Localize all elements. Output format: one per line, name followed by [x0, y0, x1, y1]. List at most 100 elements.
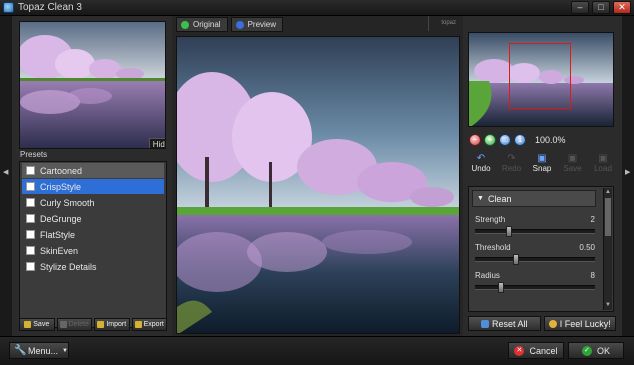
preset-list: Cartooned CrispStyle Curly Smooth DeGrun…	[19, 161, 167, 328]
maximize-button[interactable]: □	[592, 1, 610, 14]
undo-icon: ↶	[476, 153, 486, 164]
tab-preview[interactable]: Preview	[230, 17, 284, 32]
reset-all-button[interactable]: Reset All	[468, 316, 541, 331]
menu-button[interactable]: 🔧 Menu... ▼	[9, 342, 69, 359]
window-title: Topaz Clean 3	[18, 2, 82, 13]
zoom-actual-icon[interactable]: 1	[514, 134, 526, 146]
scroll-thumb[interactable]	[605, 198, 611, 236]
preview-dot-icon	[235, 20, 244, 29]
preset-document-icon	[26, 166, 35, 175]
scroll-down-icon[interactable]: ▼	[604, 301, 612, 310]
threshold-track[interactable]	[475, 254, 595, 265]
feel-lucky-button[interactable]: I Feel Lucky!	[543, 316, 616, 331]
preset-document-icon	[26, 214, 35, 223]
navigator-thumbnail[interactable]	[468, 32, 614, 127]
clean-section-header[interactable]: ▼ Clean	[472, 190, 596, 207]
presets-label: Presets	[20, 150, 48, 159]
save-icon: ▣	[567, 153, 578, 164]
delete-preset-button[interactable]: Delete	[56, 318, 92, 331]
preset-item-cartooned[interactable]: Cartooned	[22, 163, 164, 178]
preset-document-icon	[26, 230, 35, 239]
strength-slider: Strength 2	[475, 215, 595, 237]
right-panel: − + □ 1 100.0% ↶ Undo ↷ Redo ▣ Snap ▣ Sa…	[463, 16, 622, 336]
hide-thumbnail-button[interactable]: Hide	[149, 138, 165, 148]
preset-document-icon	[26, 182, 35, 191]
zoom-region-indicator[interactable]	[509, 43, 571, 109]
save-snapshot-button[interactable]: ▣ Save	[559, 153, 587, 179]
tab-original[interactable]: Original	[176, 17, 228, 32]
left-collapse-strip[interactable]: ◀	[0, 16, 12, 336]
delete-icon	[59, 321, 67, 328]
collapse-right-arrow-icon[interactable]: ▶	[625, 168, 630, 176]
preset-item-label: DeGrunge	[40, 213, 82, 224]
preview-image[interactable]	[176, 36, 460, 334]
scroll-up-icon[interactable]: ▲	[604, 188, 612, 197]
load-snapshot-button[interactable]: ▣ Load	[589, 153, 617, 179]
preset-item-stylize-details[interactable]: Stylize Details	[22, 259, 164, 274]
strength-track[interactable]	[475, 226, 595, 237]
strength-label: Strength	[475, 215, 506, 224]
right-collapse-strip[interactable]: ▶	[622, 16, 634, 336]
preset-item-skineven[interactable]: SkinEven	[22, 243, 164, 258]
preset-item-curly-smooth[interactable]: Curly Smooth	[22, 195, 164, 210]
radius-label: Radius	[475, 271, 500, 280]
threshold-value[interactable]: 0.50	[579, 243, 595, 252]
ok-check-icon: ✓	[581, 345, 592, 356]
strength-handle[interactable]	[506, 226, 512, 237]
strength-value[interactable]: 2	[591, 215, 595, 224]
preset-item-flatstyle[interactable]: FlatStyle	[22, 227, 164, 242]
lucky-icon	[548, 319, 557, 328]
zoom-out-icon[interactable]: −	[469, 134, 481, 146]
wrench-icon: 🔧	[14, 344, 27, 356]
view-tabs: Original Preview	[176, 17, 284, 32]
cancel-x-icon: ✕	[514, 345, 525, 356]
preset-item-crispstyle[interactable]: CrispStyle	[22, 179, 164, 194]
cancel-button[interactable]: ✕ Cancel	[508, 342, 564, 359]
load-icon: ▣	[598, 153, 608, 164]
title-bar: Topaz Clean 3 – □ ✕	[0, 0, 634, 16]
radius-slider: Radius 8	[475, 271, 595, 293]
threshold-handle[interactable]	[513, 254, 519, 265]
radius-value[interactable]: 8	[591, 271, 595, 280]
preset-item-label: SkinEven	[40, 245, 79, 256]
close-button[interactable]: ✕	[613, 1, 631, 14]
collapse-left-arrow-icon[interactable]: ◀	[3, 168, 8, 176]
zoom-fit-icon[interactable]: □	[499, 134, 511, 146]
threshold-slider: Threshold 0.50	[475, 243, 595, 265]
preset-toolbar: Save Delete Import Export	[19, 318, 167, 333]
radius-track[interactable]	[475, 282, 595, 293]
history-toolbar: ↶ Undo ↷ Redo ▣ Snap ▣ Save ▣ Load	[467, 153, 617, 179]
import-icon	[97, 321, 105, 328]
preview-area: Original Preview topaz	[172, 16, 463, 336]
ok-button[interactable]: ✓ OK	[568, 342, 624, 359]
threshold-label: Threshold	[475, 243, 511, 252]
left-panel: Hide Presets Cartooned CrispStyle Curly …	[12, 16, 172, 336]
collapse-triangle-icon: ▼	[477, 195, 484, 202]
preset-item-label: Stylize Details	[40, 261, 97, 272]
snap-button[interactable]: ▣ Snap	[528, 153, 556, 179]
snapshot-icon: ▣	[537, 153, 547, 164]
radius-handle[interactable]	[498, 282, 504, 293]
settings-panel: ▼ Clean Strength 2 Threshold 0.50 Radius	[468, 186, 614, 312]
export-preset-button[interactable]: Export	[131, 318, 167, 331]
zoom-controls: − + □ 1 100.0%	[469, 134, 566, 146]
topaz-logo: topaz	[428, 16, 458, 31]
preset-item-degrunge[interactable]: DeGrunge	[22, 211, 164, 226]
bottom-bar: 🔧 Menu... ▼ ✕ Cancel ✓ OK	[0, 336, 634, 365]
settings-scrollbar[interactable]: ▲ ▼	[603, 188, 612, 310]
redo-button[interactable]: ↷ Redo	[498, 153, 526, 179]
original-dot-icon	[181, 20, 189, 29]
save-preset-button[interactable]: Save	[19, 318, 55, 331]
preset-item-label: FlatStyle	[40, 229, 76, 240]
undo-button[interactable]: ↶ Undo	[467, 153, 495, 179]
preset-item-label: Cartooned	[40, 165, 83, 176]
zoom-level: 100.0%	[535, 135, 566, 145]
zoom-in-icon[interactable]: +	[484, 134, 496, 146]
preset-document-icon	[26, 198, 35, 207]
bottom-right-buttons: Reset All I Feel Lucky!	[468, 316, 616, 331]
preset-thumbnail: Hide	[19, 21, 166, 149]
import-preset-button[interactable]: Import	[94, 318, 130, 331]
preset-item-label: CrispStyle	[40, 181, 82, 192]
minimize-button[interactable]: –	[571, 1, 589, 14]
reset-icon	[480, 319, 489, 328]
